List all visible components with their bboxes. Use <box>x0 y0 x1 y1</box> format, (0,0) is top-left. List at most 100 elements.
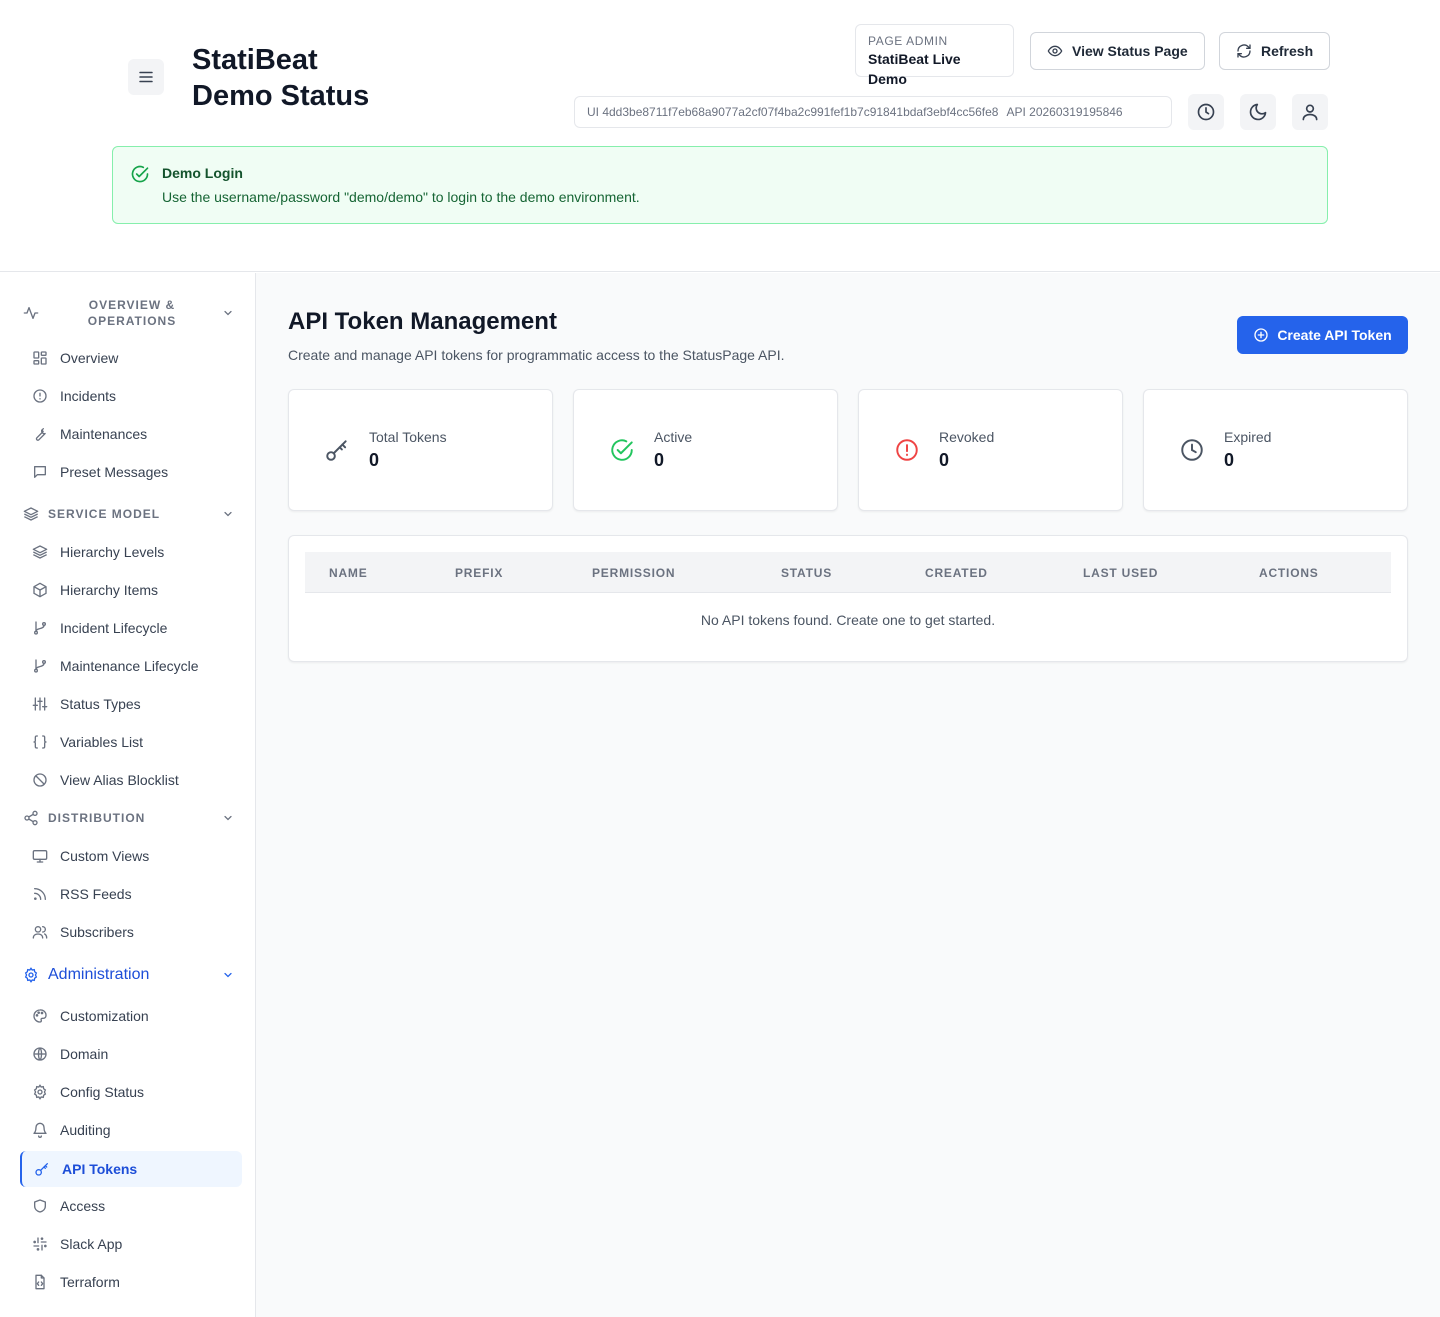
sidebar-item-customization[interactable]: Customization <box>20 998 242 1034</box>
layers-icon <box>32 544 48 560</box>
sidebar-item-slack-app[interactable]: Slack App <box>20 1226 242 1262</box>
stat-value: 0 <box>654 450 665 470</box>
sidebar-item-label: Custom Views <box>60 848 150 864</box>
sidebar-item-domain[interactable]: Domain <box>20 1036 242 1072</box>
stat-value: 0 <box>369 450 380 470</box>
globe-icon <box>32 1046 48 1062</box>
version-info: UI 4dd3be8711f7eb68a9077a2cf07f4ba2c991f… <box>574 96 1172 128</box>
sidebar-item-label: Domain <box>60 1046 109 1062</box>
check-circle-icon <box>130 164 150 184</box>
sidebar-item-terraform[interactable]: Terraform <box>20 1264 242 1300</box>
refresh-button[interactable]: Refresh <box>1219 32 1331 70</box>
chevron-down-icon <box>222 508 234 520</box>
sidebar-item-access[interactable]: Access <box>20 1188 242 1224</box>
page-admin-selector[interactable]: PAGE ADMIN StatiBeat Live Demo <box>855 24 1014 87</box>
page-admin-value: StatiBeat Live Demo <box>868 51 961 87</box>
check-circle-icon <box>609 437 635 463</box>
sidebar-item-view-alias-blocklist[interactable]: View Alias Blocklist <box>20 762 242 798</box>
alert-title: Demo Login <box>162 165 243 181</box>
key-icon <box>324 437 350 463</box>
column-header-name[interactable]: NAME <box>329 565 368 581</box>
git-branch-icon <box>32 620 48 636</box>
sidebar-item-label: Variables List <box>60 734 144 750</box>
column-header-status[interactable]: STATUS <box>781 565 832 581</box>
section-label-line-1: OVERVIEW & <box>88 298 176 312</box>
sidebar-item-status-types[interactable]: Status Types <box>20 686 242 722</box>
refresh-icon <box>1236 43 1252 59</box>
sidebar-item-label: Access <box>60 1198 106 1214</box>
sidebar-item-incident-lifecycle[interactable]: Incident Lifecycle <box>20 610 242 646</box>
braces-icon <box>32 734 48 750</box>
sidebar-item-custom-views[interactable]: Custom Views <box>20 838 242 874</box>
palette-icon <box>32 1008 48 1024</box>
sidebar-item-config-status[interactable]: Config Status <box>20 1074 242 1110</box>
sidebar-item-maintenance-lifecycle[interactable]: Maintenance Lifecycle <box>20 648 242 684</box>
sidebar-item-label: Preset Messages <box>60 464 169 480</box>
main-content: API Token Management Create and manage A… <box>256 273 1440 1317</box>
sidebar-item-preset-messages[interactable]: Preset Messages <box>20 454 242 490</box>
clock-icon <box>1196 102 1216 122</box>
gear-icon <box>32 1084 48 1100</box>
brand-line-2: Demo Status <box>192 80 370 112</box>
theme-toggle-button[interactable] <box>1240 94 1276 130</box>
share-icon <box>20 810 44 826</box>
sidebar-item-api-tokens[interactable]: API Tokens <box>20 1151 242 1187</box>
sidebar-item-incidents[interactable]: Incidents <box>20 378 242 414</box>
message-icon <box>32 464 48 480</box>
stat-card-expired: Expired 0 <box>1143 389 1408 511</box>
section-distribution[interactable]: DISTRIBUTION <box>20 810 242 826</box>
column-header-permission[interactable]: PERMISSION <box>592 565 675 581</box>
plus-circle-icon <box>1253 327 1269 343</box>
rss-icon <box>32 886 48 902</box>
stat-label: Expired <box>1224 429 1272 445</box>
stat-value: 0 <box>1224 450 1235 470</box>
column-header-prefix[interactable]: PREFIX <box>455 565 503 581</box>
sidebar-item-overview[interactable]: Overview <box>20 340 242 376</box>
view-status-page-label: View Status Page <box>1072 43 1188 59</box>
clock-icon <box>1179 437 1205 463</box>
section-overview-operations[interactable]: OVERVIEW & OPERATIONS <box>20 296 242 330</box>
menu-icon <box>137 68 155 86</box>
user-menu-button[interactable] <box>1292 94 1328 130</box>
create-api-token-label: Create API Token <box>1277 327 1392 343</box>
sidebar-item-label: Config Status <box>60 1084 145 1100</box>
box-icon <box>32 582 48 598</box>
column-header-actions: ACTIONS <box>1259 566 1319 580</box>
wrench-icon <box>32 426 48 442</box>
sidebar-item-label: Status Types <box>60 696 141 712</box>
column-header-created[interactable]: CREATED <box>925 565 988 581</box>
section-administration[interactable]: Administration <box>20 965 242 985</box>
bell-icon <box>32 1122 48 1138</box>
demo-login-alert: Demo Login Use the username/password "de… <box>112 146 1328 224</box>
layers-icon <box>20 506 44 522</box>
monitor-icon <box>32 848 48 864</box>
sidebar-item-label: API Tokens <box>62 1161 138 1177</box>
section-service-model[interactable]: SERVICE MODEL <box>20 506 242 522</box>
menu-toggle-button[interactable] <box>128 59 164 95</box>
sidebar-item-label: Slack App <box>60 1236 123 1252</box>
sidebar-item-maintenances[interactable]: Maintenances <box>20 416 242 452</box>
sidebar-item-label: Auditing <box>60 1122 111 1138</box>
sidebar-item-label: Hierarchy Items <box>60 582 159 598</box>
sidebar-item-variables-list[interactable]: Variables List <box>20 724 242 760</box>
column-header-last-used[interactable]: LAST USED <box>1083 565 1158 581</box>
sidebar-item-hierarchy-items[interactable]: Hierarchy Items <box>20 572 242 608</box>
eye-icon <box>1047 43 1063 59</box>
shield-icon <box>32 1198 48 1214</box>
alert-body: Use the username/password "demo/demo" to… <box>162 189 640 205</box>
user-icon <box>1300 102 1320 122</box>
view-status-page-button[interactable]: View Status Page <box>1030 32 1205 70</box>
moon-icon <box>1248 102 1268 122</box>
history-button[interactable] <box>1188 94 1224 130</box>
sidebar-item-label: Maintenance Lifecycle <box>60 658 199 674</box>
section-label: Administration <box>48 966 150 983</box>
sidebar-item-hierarchy-levels[interactable]: Hierarchy Levels <box>20 534 242 570</box>
sliders-icon <box>32 696 48 712</box>
section-label: SERVICE MODEL <box>48 507 161 521</box>
sidebar-item-subscribers[interactable]: Subscribers <box>20 914 242 950</box>
sidebar-item-auditing[interactable]: Auditing <box>20 1112 242 1148</box>
chevron-down-icon <box>222 969 234 981</box>
activity-icon <box>20 305 44 321</box>
create-api-token-button[interactable]: Create API Token <box>1237 316 1408 354</box>
sidebar-item-rss-feeds[interactable]: RSS Feeds <box>20 876 242 912</box>
